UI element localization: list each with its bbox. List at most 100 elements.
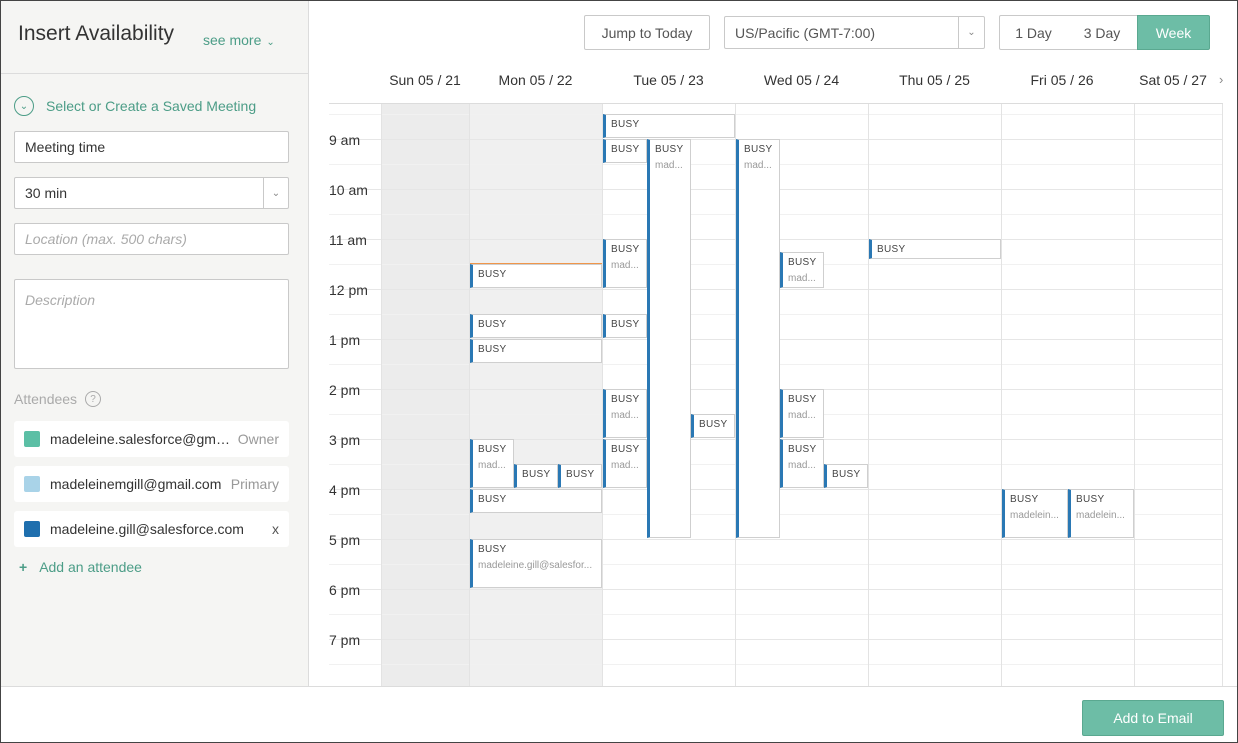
attendee-item[interactable]: madeleine.salesforce@gma... Owner: [14, 421, 289, 457]
busy-event[interactable]: BUSY mad...: [736, 139, 780, 538]
description-placeholder: Description: [25, 292, 96, 308]
grid-line: [381, 104, 382, 686]
event-title: BUSY: [1076, 494, 1105, 505]
attendee-color-swatch: [24, 476, 40, 492]
event-organizer: madeleine.gill@salesfor...: [478, 560, 593, 571]
busy-event[interactable]: BUSY mad...: [603, 439, 647, 488]
grid-line: [1001, 104, 1002, 686]
event-title: BUSY: [788, 394, 817, 405]
view-week-button[interactable]: Week: [1137, 15, 1210, 50]
event-title: BUSY: [788, 257, 817, 268]
saved-meeting-toggle[interactable]: ⌄ Select or Create a Saved Meeting: [14, 96, 256, 116]
busy-event[interactable]: BUSY madelein...: [1068, 489, 1134, 538]
event-title: BUSY: [478, 494, 507, 505]
event-title: BUSY: [478, 544, 507, 555]
grid-line: [329, 639, 1223, 640]
busy-event[interactable]: BUSY: [514, 464, 558, 488]
attendee-item[interactable]: madeleine.gill@salesforce.com x: [14, 511, 289, 547]
busy-event[interactable]: BUSY madeleine.gill@salesfor...: [470, 539, 602, 588]
busy-event[interactable]: BUSY mad...: [780, 252, 824, 288]
see-more-link[interactable]: see more ⌄: [203, 32, 275, 48]
chevron-down-icon: ⌄: [266, 37, 275, 48]
location-input[interactable]: Location (max. 500 chars): [14, 223, 289, 255]
busy-event[interactable]: BUSY: [603, 139, 647, 163]
day-header-sun: Sun 05 / 21: [389, 72, 461, 88]
sidebar: Insert Availability see more ⌄ ⌄ Select o…: [1, 1, 309, 686]
busy-event[interactable]: BUSY mad...: [780, 439, 824, 488]
event-title: BUSY: [788, 444, 817, 455]
busy-event[interactable]: BUSY: [470, 314, 602, 338]
busy-event[interactable]: BUSY mad...: [647, 139, 691, 538]
grid-line: [329, 589, 1223, 590]
event-title: BUSY: [832, 469, 861, 480]
day-header-fri: Fri 05 / 26: [1030, 72, 1094, 88]
next-week-chevron-icon[interactable]: ›: [1219, 72, 1223, 87]
jump-to-today-button[interactable]: Jump to Today: [584, 15, 710, 50]
view-3-day-button[interactable]: 3 Day: [1067, 15, 1138, 50]
day-header-tue: Tue 05 / 23: [633, 72, 704, 88]
event-organizer: mad...: [788, 273, 816, 284]
attendee-color-swatch: [24, 431, 40, 447]
event-organizer: mad...: [788, 460, 816, 471]
event-title: BUSY: [566, 469, 595, 480]
timezone-select[interactable]: US/Pacific (GMT-7:00) ⌄: [724, 16, 985, 49]
chevron-down-icon: ⌄: [263, 178, 288, 208]
busy-event[interactable]: BUSY: [470, 489, 602, 513]
day-header-thu: Thu 05 / 25: [899, 72, 970, 88]
busy-event[interactable]: BUSY: [558, 464, 602, 488]
busy-event[interactable]: BUSY: [470, 339, 602, 363]
event-title: BUSY: [611, 144, 640, 155]
footer-bar: [1, 686, 1237, 742]
help-icon[interactable]: ?: [85, 391, 102, 407]
duration-value: 30 min: [25, 185, 68, 201]
plus-icon: +: [19, 559, 28, 575]
time-label: 3 pm: [329, 432, 361, 448]
timezone-value: US/Pacific (GMT-7:00): [735, 24, 876, 41]
sidebar-header: Insert Availability see more ⌄: [1, 1, 308, 74]
event-title: BUSY: [478, 319, 507, 330]
busy-event[interactable]: BUSY mad...: [603, 389, 647, 438]
busy-event[interactable]: BUSY: [603, 114, 735, 138]
duration-select[interactable]: 30 min ⌄: [14, 177, 289, 209]
time-label: 9 am: [329, 132, 361, 148]
grid-line: [329, 114, 1223, 115]
event-organizer: madelein...: [1076, 510, 1125, 521]
chevron-down-icon: ⌄: [958, 17, 984, 48]
busy-event[interactable]: BUSY: [824, 464, 868, 488]
see-more-label: see more: [203, 32, 262, 48]
busy-event[interactable]: BUSY madelein...: [1002, 489, 1068, 538]
saved-meeting-label: Select or Create a Saved Meeting: [46, 98, 257, 114]
add-to-email-button[interactable]: Add to Email: [1082, 700, 1224, 736]
attendee-item[interactable]: madeleinemgill@gmail.com Primary: [14, 466, 289, 502]
busy-event[interactable]: BUSY: [869, 239, 1001, 259]
event-organizer: mad...: [788, 410, 816, 421]
event-organizer: madelein...: [1010, 510, 1059, 521]
attendee-color-swatch: [24, 521, 40, 537]
attendees-heading: Attendees ?: [14, 391, 102, 407]
day-header-mon: Mon 05 / 22: [498, 72, 573, 88]
day-header-wed: Wed 05 / 24: [763, 72, 840, 88]
meeting-title-input[interactable]: Meeting time: [14, 131, 289, 163]
meeting-title-value: Meeting time: [25, 139, 106, 155]
busy-event[interactable]: BUSY mad...: [780, 389, 824, 438]
event-title: BUSY: [611, 119, 640, 130]
grid-line: [329, 564, 1223, 565]
event-organizer: mad...: [611, 410, 639, 421]
description-textarea[interactable]: Description: [14, 279, 289, 369]
add-attendee-button[interactable]: + Add an attendee: [19, 559, 142, 575]
attendee-email: madeleine.gill@salesforce.com: [50, 521, 244, 537]
time-label: 4 pm: [329, 482, 361, 498]
busy-event[interactable]: BUSY mad...: [603, 239, 647, 288]
view-1-day-button[interactable]: 1 Day: [999, 15, 1068, 50]
busy-event[interactable]: BUSY: [691, 414, 735, 438]
attendee-role: Primary: [230, 476, 279, 492]
busy-event[interactable]: BUSY: [603, 314, 647, 338]
remove-attendee-button[interactable]: x: [272, 521, 279, 537]
grid-line: [868, 104, 869, 686]
location-placeholder: Location (max. 500 chars): [25, 231, 187, 247]
busy-event[interactable]: BUSY mad...: [470, 439, 514, 488]
time-label: 5 pm: [329, 532, 361, 548]
grid-line: [329, 614, 1223, 615]
busy-event[interactable]: BUSY: [470, 264, 602, 288]
event-title: BUSY: [744, 144, 773, 155]
